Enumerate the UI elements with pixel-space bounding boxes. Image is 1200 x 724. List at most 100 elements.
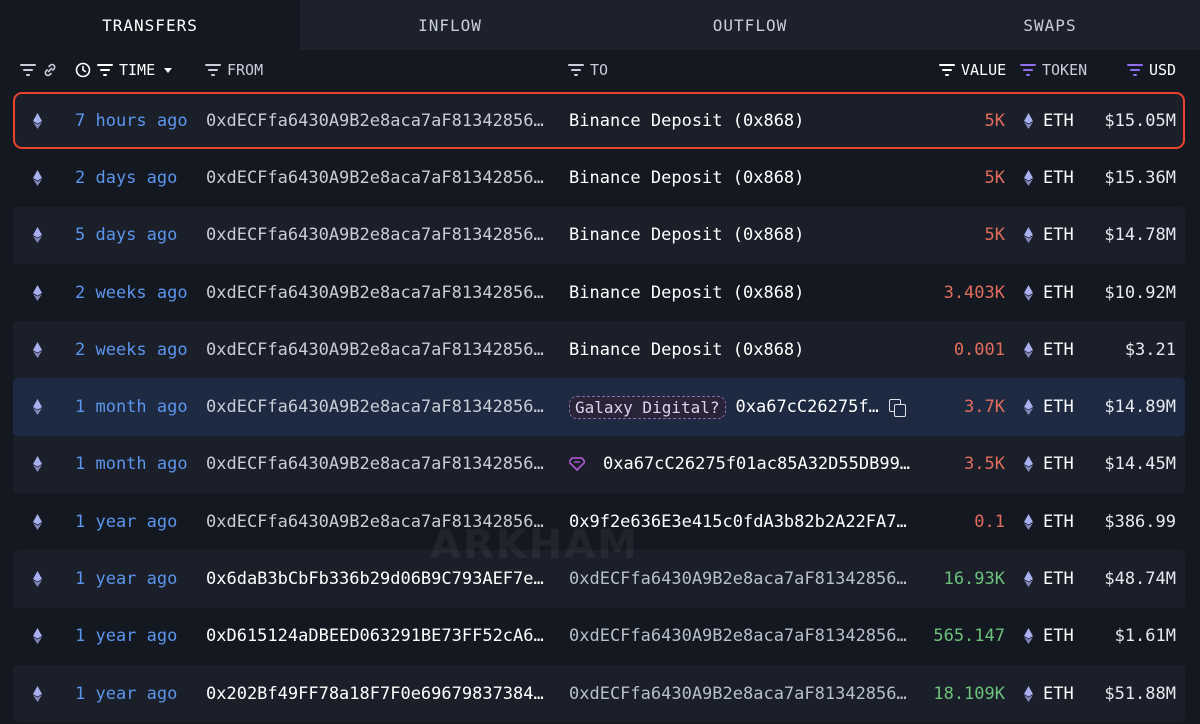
from-address[interactable]: 0xD615124aDBEED063291BE73FF52cA6… — [206, 608, 551, 665]
ethereum-icon — [33, 571, 42, 588]
token-cell[interactable]: ETH — [1024, 149, 1094, 206]
token-cell[interactable]: ETH — [1024, 378, 1094, 435]
filter-icon[interactable] — [20, 64, 36, 76]
value-cell: 0.1 — [974, 511, 1005, 532]
ethereum-icon — [33, 169, 42, 186]
ethereum-icon — [1024, 112, 1033, 129]
filter-icon[interactable] — [205, 64, 221, 76]
table-row[interactable]: 1 year ago 0xdECFfa6430A9B2e8aca7aF813428… — [13, 493, 1185, 551]
time-cell[interactable]: 1 year ago — [75, 550, 200, 607]
table-row[interactable]: 1 year ago 0x6daB3bCbFb336b29d06B9C793AEF… — [13, 550, 1185, 608]
table-row[interactable]: 2 weeks ago 0xdECFfa6430A9B2e8aca7aF81342… — [13, 321, 1185, 379]
table-row[interactable]: 2 days ago 0xdECFfa6430A9B2e8aca7aF813428… — [13, 149, 1185, 207]
to-address[interactable]: Binance Deposit (0x868) — [569, 225, 804, 245]
to-address[interactable]: Binance Deposit (0x868) — [569, 283, 804, 303]
tab-transfers[interactable]: TRANSFERS — [0, 0, 300, 50]
time-cell[interactable]: 7 hours ago — [75, 92, 200, 149]
time-cell[interactable]: 2 days ago — [75, 149, 200, 206]
filter-icon[interactable] — [1127, 64, 1143, 76]
token-cell[interactable]: ETH — [1024, 608, 1094, 665]
to-address[interactable]: 0xa67cC26275f01ac85A32D55DB99… — [603, 454, 910, 474]
token-cell[interactable]: ETH — [1024, 207, 1094, 264]
token-cell[interactable]: ETH — [1024, 665, 1094, 722]
token-cell[interactable]: ETH — [1024, 550, 1094, 607]
to-address[interactable]: 0xdECFfa6430A9B2e8aca7aF81342856… — [569, 626, 907, 646]
ethereum-icon — [33, 513, 42, 530]
to-header-label: TO — [590, 61, 609, 79]
from-address[interactable]: 0x202Bf49FF78a18F7F0e69679837384… — [206, 665, 551, 722]
to-address[interactable]: 0xdECFfa6430A9B2e8aca7aF81342856… — [569, 684, 907, 704]
from-address[interactable]: 0xdECFfa6430A9B2e8aca7aF81342856… — [206, 378, 551, 435]
time-cell[interactable]: 1 month ago — [75, 378, 200, 435]
value-cell: 3.7K — [964, 397, 1005, 418]
header-from[interactable]: FROM — [205, 52, 263, 88]
time-cell[interactable]: 1 month ago — [75, 436, 200, 493]
header-time[interactable]: TIME — [75, 52, 175, 88]
token-symbol: ETH — [1043, 454, 1074, 475]
header-value[interactable]: VALUE — [939, 52, 1006, 88]
value-cell: 5K — [984, 167, 1005, 188]
tab-swaps[interactable]: SWAPS — [900, 0, 1200, 50]
transfers-table: 7 hours ago 0xdECFfa6430A9B2e8aca7aF81342… — [13, 92, 1185, 723]
from-address[interactable]: 0xdECFfa6430A9B2e8aca7aF81342856… — [206, 207, 551, 264]
tab-outflow[interactable]: OUTFLOW — [600, 0, 900, 50]
from-address[interactable]: 0x6daB3bCbFb336b29d06B9C793AEF7e… — [206, 550, 551, 607]
token-symbol: ETH — [1043, 167, 1074, 188]
filter-icon[interactable] — [568, 64, 584, 76]
header-usd[interactable]: USD — [1127, 52, 1176, 88]
token-symbol: ETH — [1043, 683, 1074, 704]
token-cell[interactable]: ETH — [1024, 92, 1094, 149]
token-cell[interactable]: ETH — [1024, 493, 1094, 550]
time-cell[interactable]: 2 weeks ago — [75, 321, 200, 378]
to-cell: 0xa67cC26275f01ac85A32D55DB99… — [569, 436, 924, 493]
token-cell[interactable]: ETH — [1024, 436, 1094, 493]
token-cell[interactable]: ETH — [1024, 321, 1094, 378]
time-cell[interactable]: 2 weeks ago — [75, 264, 200, 321]
header-tools — [20, 52, 58, 88]
token-cell[interactable]: ETH — [1024, 264, 1094, 321]
chain-cell — [33, 264, 53, 321]
from-address[interactable]: 0xdECFfa6430A9B2e8aca7aF81342856… — [206, 493, 551, 550]
table-row[interactable]: 7 hours ago 0xdECFfa6430A9B2e8aca7aF81342… — [13, 92, 1185, 150]
time-cell[interactable]: 1 year ago — [75, 493, 200, 550]
to-address[interactable]: Binance Deposit (0x868) — [569, 168, 804, 188]
value-header-label: VALUE — [961, 61, 1007, 79]
tab-inflow[interactable]: INFLOW — [300, 0, 600, 50]
ethereum-icon — [33, 628, 42, 645]
from-address[interactable]: 0xdECFfa6430A9B2e8aca7aF81342856… — [206, 321, 551, 378]
header-token[interactable]: TOKEN — [1020, 52, 1087, 88]
from-address[interactable]: 0xdECFfa6430A9B2e8aca7aF81342856… — [206, 149, 551, 206]
to-address[interactable]: 0xdECFfa6430A9B2e8aca7aF81342856… — [569, 569, 907, 589]
to-address[interactable]: Binance Deposit (0x868) — [569, 111, 804, 131]
copy-icon[interactable] — [888, 399, 906, 418]
time-cell[interactable]: 5 days ago — [75, 207, 200, 264]
table-row[interactable]: 1 month ago 0xdECFfa6430A9B2e8aca7aF81342… — [13, 435, 1185, 494]
to-address[interactable]: Binance Deposit (0x868) — [569, 340, 804, 360]
link-icon[interactable] — [42, 62, 58, 78]
filter-icon[interactable] — [939, 64, 955, 76]
filter-icon[interactable] — [97, 64, 113, 76]
filter-icon[interactable] — [1020, 64, 1036, 76]
usd-cell: $14.89M — [1104, 397, 1176, 418]
ethereum-icon — [33, 284, 42, 301]
from-address[interactable]: 0xdECFfa6430A9B2e8aca7aF81342856… — [206, 92, 551, 149]
time-cell[interactable]: 1 year ago — [75, 608, 200, 665]
ethereum-icon — [1024, 456, 1033, 473]
entity-tag[interactable]: Galaxy Digital? — [569, 395, 726, 419]
table-row[interactable]: 5 days ago 0xdECFfa6430A9B2e8aca7aF813428… — [13, 206, 1185, 264]
from-address[interactable]: 0xdECFfa6430A9B2e8aca7aF81342856… — [206, 436, 551, 493]
table-row[interactable]: 1 year ago 0xD615124aDBEED063291BE73FF52c… — [13, 607, 1185, 665]
table-row[interactable]: 1 month ago 0xdECFfa6430A9B2e8aca7aF81342… — [13, 378, 1185, 436]
time-cell[interactable]: 1 year ago — [75, 665, 200, 722]
token-symbol: ETH — [1043, 569, 1074, 590]
clock-icon — [75, 62, 91, 78]
to-address[interactable]: 0x9f2e636E3e415c0fdA3b82b2A22FA7… — [569, 512, 907, 532]
value-cell: 5K — [984, 110, 1005, 131]
sort-down-icon[interactable] — [161, 63, 175, 77]
table-row[interactable]: 2 weeks ago 0xdECFfa6430A9B2e8aca7aF81342… — [13, 263, 1185, 322]
header-to[interactable]: TO — [568, 52, 608, 88]
table-row[interactable]: 1 year ago 0x202Bf49FF78a18F7F0e696798373… — [13, 664, 1185, 723]
to-address[interactable]: 0xa67cC26275f… — [736, 397, 879, 417]
ethereum-icon — [1024, 628, 1033, 645]
from-address[interactable]: 0xdECFfa6430A9B2e8aca7aF81342856… — [206, 264, 551, 321]
